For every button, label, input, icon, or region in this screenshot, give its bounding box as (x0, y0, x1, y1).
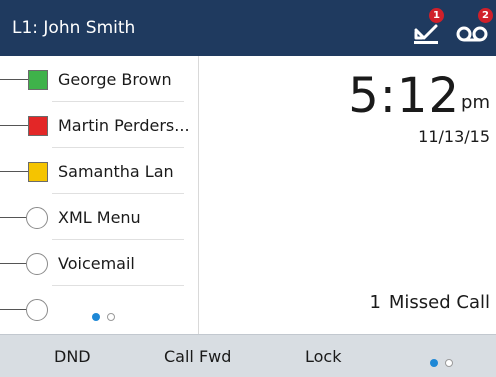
missed-call-badge: 1 (429, 8, 444, 23)
line-key-xml-menu[interactable]: XML Menu (0, 194, 198, 240)
presence-away-icon (28, 162, 48, 182)
line-key-label: Samantha Lan (58, 162, 174, 181)
page-dot-inactive (445, 359, 453, 367)
page-dot-active (430, 359, 438, 367)
line-key-connector (0, 309, 28, 310)
header-bar: L1: John Smith 1 2 (0, 0, 496, 56)
line-page-indicator[interactable] (92, 306, 122, 325)
clock-ampm: pm (461, 92, 490, 113)
line-key-george-brown[interactable]: George Brown (0, 56, 198, 102)
voicemail-badge: 2 (478, 8, 493, 23)
empty-status-icon (26, 207, 48, 229)
page-dot-inactive (107, 313, 115, 321)
line-key-connector (0, 125, 28, 126)
presence-busy-icon (28, 116, 48, 136)
clock-time: 5:12 (348, 68, 460, 124)
line-key-connector (0, 171, 28, 172)
line-key-label: George Brown (58, 70, 172, 89)
lock-softkey[interactable]: Lock (305, 347, 341, 367)
missed-call-notice[interactable]: 1 Missed Call (369, 292, 490, 314)
line-key-label: Martin Perders... (58, 116, 190, 135)
presence-available-icon (28, 70, 48, 90)
missed-call-count: 1 (369, 292, 381, 313)
line-key-connector (0, 263, 28, 264)
page-dot-active (92, 313, 100, 321)
call-forward-softkey[interactable]: Call Fwd (164, 347, 231, 367)
line-key-label: XML Menu (58, 208, 141, 227)
missed-call-indicator[interactable]: 1 (412, 8, 448, 46)
softkey-bar: DND Call Fwd Lock (0, 334, 496, 377)
softkey-page-indicator[interactable] (430, 352, 460, 371)
line-key-connector (0, 217, 28, 218)
line-key-samantha-lan[interactable]: Samantha Lan (0, 148, 198, 194)
empty-status-icon (26, 299, 48, 321)
dnd-softkey[interactable]: DND (54, 347, 91, 367)
line-key-empty[interactable] (0, 286, 198, 332)
missed-call-label: Missed Call (388, 292, 490, 313)
line-key-voicemail[interactable]: Voicemail (0, 240, 198, 286)
line-title: L1: John Smith (12, 18, 136, 38)
line-key-connector (0, 79, 28, 80)
line-key-label: Voicemail (58, 254, 135, 273)
empty-status-icon (26, 253, 48, 275)
voicemail-indicator[interactable]: 2 (456, 8, 493, 46)
clock-date: 11/13/15 (418, 127, 490, 146)
phone-screen: L1: John Smith 1 2 George Brown Martin P… (0, 0, 496, 377)
line-key-martin-perders[interactable]: Martin Perders... (0, 102, 198, 148)
line-key-list: George Brown Martin Perders... Samantha … (0, 56, 199, 334)
